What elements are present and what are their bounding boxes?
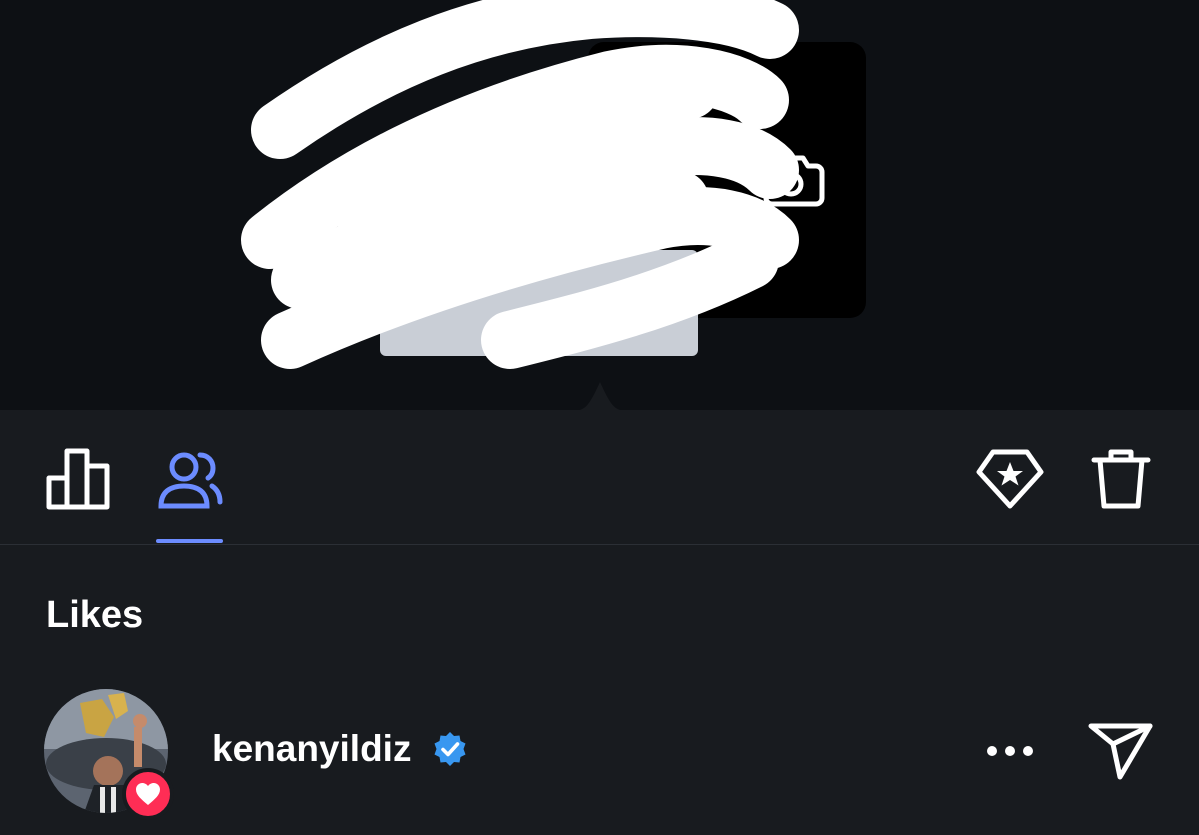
active-tab-indicator	[156, 539, 223, 543]
liked-badge	[122, 768, 174, 820]
diamond-star-icon[interactable]	[975, 448, 1045, 510]
people-icon[interactable]	[156, 448, 224, 510]
send-icon[interactable]	[1088, 722, 1154, 780]
trash-icon[interactable]	[1090, 446, 1152, 512]
verified-badge-icon	[434, 732, 466, 766]
bar-chart-icon[interactable]	[46, 448, 112, 510]
likes-sheet: Likes kenanyildiz	[0, 410, 1199, 835]
more-icon[interactable]	[986, 744, 1034, 758]
heart-icon	[136, 783, 160, 805]
story-preview-area	[0, 0, 1199, 411]
redaction-scribble	[241, 0, 799, 369]
likes-title: Likes	[46, 594, 144, 636]
story-pointer	[570, 382, 630, 411]
sheet-toolbar	[0, 410, 1199, 545]
username[interactable]: kenanyildiz	[212, 728, 411, 770]
list-item[interactable]: kenanyildiz	[0, 686, 1199, 820]
